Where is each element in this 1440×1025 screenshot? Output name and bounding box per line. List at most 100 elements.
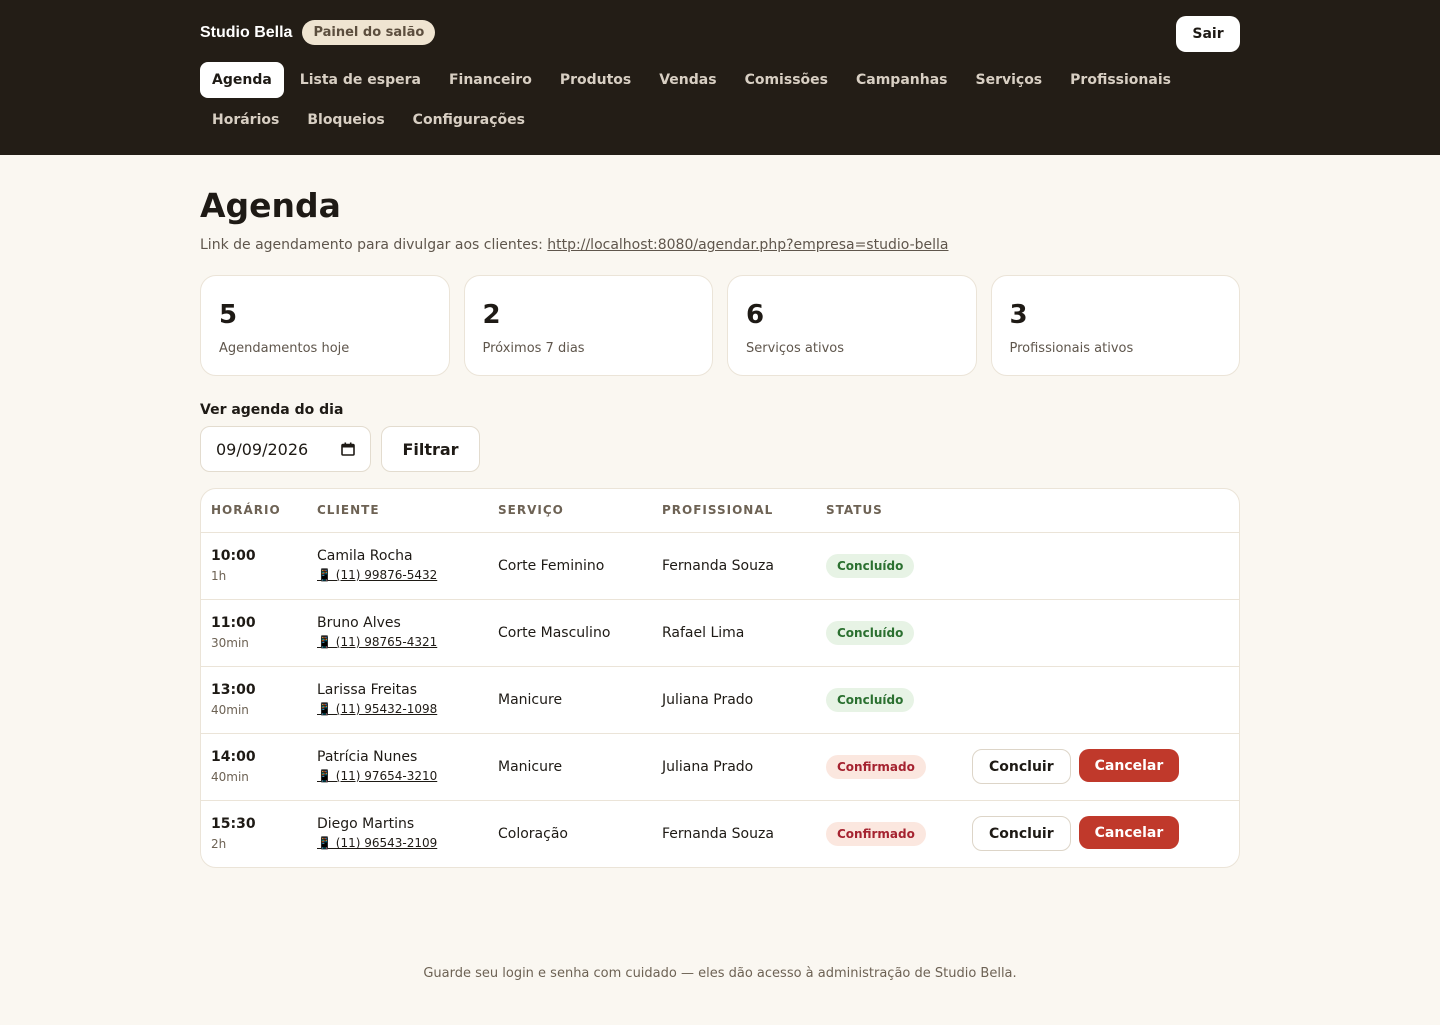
nav-item-servicos[interactable]: Serviços (963, 62, 1054, 98)
nav-item-horarios[interactable]: Horários (200, 102, 291, 138)
cell-status: Concluído (816, 666, 962, 734)
complete-button[interactable]: Concluir (972, 816, 1071, 852)
stat-value: 5 (219, 300, 238, 330)
logout-button[interactable]: Sair (1176, 16, 1240, 52)
stat-value: 2 (482, 300, 501, 330)
calendar-icon[interactable] (341, 442, 355, 456)
cell-actions (962, 666, 1239, 734)
table-row: 15:30 2h Diego Martins 📱 (11) 96543-2109 Col… (201, 800, 1239, 867)
date-input[interactable]: 09/09/2026 (200, 426, 371, 472)
col-header-actions (962, 489, 1239, 533)
stat-value: 6 (746, 300, 765, 330)
appointments-table-card: HORÁRIO CLIENTE SERVIÇO PROFISSIONAL STA… (200, 488, 1240, 868)
cell-client: Larissa Freitas 📱 (11) 95432-1098 (307, 666, 488, 734)
cell-professional: Fernanda Souza (652, 532, 816, 600)
nav-item-vendas[interactable]: Vendas (647, 62, 728, 98)
appointment-time: 11:00 (211, 615, 256, 631)
client-phone-link[interactable]: 📱 (11) 95432-1098 (317, 702, 437, 716)
col-header-client: CLIENTE (307, 489, 488, 533)
nav-item-bloqueios[interactable]: Bloqueios (295, 102, 396, 138)
nav-item-agenda[interactable]: Agenda (200, 62, 284, 98)
client-phone-link[interactable]: 📱 (11) 96543-2109 (317, 836, 437, 850)
stat-card-active-services: 6 Serviços ativos (727, 275, 977, 376)
stat-card-next-7-days: 2 Próximos 7 dias (463, 275, 713, 376)
table-header-row: HORÁRIO CLIENTE SERVIÇO PROFISSIONAL STA… (201, 489, 1239, 533)
client-name: Bruno Alves (317, 615, 401, 631)
cell-actions (962, 532, 1239, 600)
appointment-duration: 40min (211, 703, 249, 717)
cell-time: 13:00 40min (201, 666, 307, 734)
booking-link-line: Link de agendamento para divulgar aos cl… (200, 237, 1240, 253)
nav-item-comissoes[interactable]: Comissões (733, 62, 840, 98)
appointments-body: 10:00 1h Camila Rocha 📱 (11) 99876-5432 Cort… (201, 532, 1239, 867)
appointment-time: 15:30 (211, 816, 256, 833)
stat-label: Próximos 7 dias (482, 341, 585, 356)
cell-professional: Fernanda Souza (662, 825, 774, 842)
table-row: 11:00 30min Bruno Alves 📱 (11) 98765-4321 Co… (201, 599, 1239, 667)
top-header: Studio Bella Painel do salão Sair Agenda… (0, 0, 1440, 155)
nav-item-produtos[interactable]: Produtos (548, 62, 643, 98)
cell-service: Manicure (488, 666, 652, 734)
table-row: 13:00 40min Larissa Freitas 📱 (11) 95432-10… (201, 666, 1239, 734)
cell-actions: Concluir Cancelar (962, 733, 1239, 801)
stats-row: 5 Agendamentos hoje 2 Próximos 7 dias 6 … (200, 275, 1240, 376)
appointment-duration: 2h (211, 837, 227, 852)
booking-link-label: Link de agendamento para divulgar aos cl… (200, 237, 543, 253)
client-name: Camila Rocha (317, 548, 413, 564)
nav-item-financeiro[interactable]: Financeiro (437, 62, 544, 98)
cell-client: Patrícia Nunes 📱 (11) 97654-3210 (307, 733, 488, 801)
cell-professional: Juliana Prado (652, 733, 816, 801)
main-nav: Agenda Lista de espera Financeiro Produtos V… (200, 62, 1240, 138)
cell-client: Bruno Alves 📱 (11) 98765-4321 (307, 599, 488, 667)
cell-client: Diego Martins 📱 (11) 96543-2109 (307, 800, 488, 867)
client-phone-link[interactable]: 📱 (11) 99876-5432 (317, 568, 437, 582)
cell-status: Concluído (816, 599, 962, 667)
stat-value: 3 (1009, 300, 1028, 330)
client-name: Larissa Freitas (317, 682, 417, 698)
table-row: 10:00 1h Camila Rocha 📱 (11) 99876-5432 Cort… (201, 532, 1239, 600)
cell-service: Manicure (488, 733, 652, 801)
appointment-time: 10:00 (211, 548, 256, 564)
table-row: 14:00 40min Patrícia Nunes 📱 (11) 97654-321… (201, 733, 1239, 801)
nav-item-lista-de-espera[interactable]: Lista de espera (288, 62, 433, 98)
booking-link[interactable]: http://localhost:8080/agendar.php?empres… (547, 237, 948, 253)
cell-time: 10:00 1h (201, 532, 307, 600)
nav-item-configuracoes[interactable]: Configurações (401, 102, 537, 138)
cell-actions: Concluir Cancelar (962, 800, 1239, 867)
cell-service: Corte Masculino (488, 599, 652, 667)
day-filter-label: Ver agenda do dia (200, 402, 344, 418)
appointment-duration: 40min (211, 770, 249, 784)
cell-professional: Juliana Prado (652, 666, 816, 734)
appointments-table: HORÁRIO CLIENTE SERVIÇO PROFISSIONAL STA… (201, 489, 1239, 867)
stat-card-active-professionals: 3 Profissionais ativos (990, 275, 1240, 376)
cell-actions (962, 599, 1239, 667)
client-phone-link[interactable]: 📱 (11) 97654-3210 (317, 769, 437, 783)
status-badge: Concluído (826, 620, 915, 645)
client-phone-link[interactable]: 📱 (11) 98765-4321 (317, 635, 437, 649)
filter-button[interactable]: Filtrar (381, 426, 480, 472)
nav-item-profissionais[interactable]: Profissionais (1058, 62, 1183, 98)
cancel-button[interactable]: Cancelar (1078, 816, 1180, 850)
footer-note: Guarde seu login e senha com cuidado — e… (423, 966, 1017, 981)
col-header-time: HORÁRIO (201, 489, 307, 533)
col-header-status: STATUS (816, 489, 962, 533)
appointment-duration: 30min (211, 636, 249, 650)
cell-professional: Rafael Lima (652, 599, 816, 667)
page-title: Agenda (200, 186, 341, 225)
status-badge: Confirmado (826, 754, 926, 779)
main-content: Agenda Link de agendamento para divulgar… (200, 186, 1240, 868)
col-header-service: SERVIÇO (488, 489, 652, 533)
complete-button[interactable]: Concluir (972, 749, 1071, 784)
cancel-button[interactable]: Cancelar (1078, 749, 1180, 782)
day-filter: 09/09/2026 Filtrar (200, 426, 1240, 472)
date-value: 09/09/2026 (216, 439, 309, 459)
cell-time: 11:00 30min (201, 599, 307, 667)
cell-service: Coloração (498, 825, 568, 842)
row-actions: Concluir Cancelar (972, 749, 1229, 784)
brand: Studio Bella Painel do salão (200, 20, 436, 45)
cell-time: 15:30 2h (201, 800, 307, 867)
nav-item-campanhas[interactable]: Campanhas (844, 62, 960, 98)
col-header-professional: PROFISSIONAL (652, 489, 816, 533)
appointment-time: 14:00 (211, 749, 256, 765)
status-badge: Confirmado (826, 821, 926, 846)
